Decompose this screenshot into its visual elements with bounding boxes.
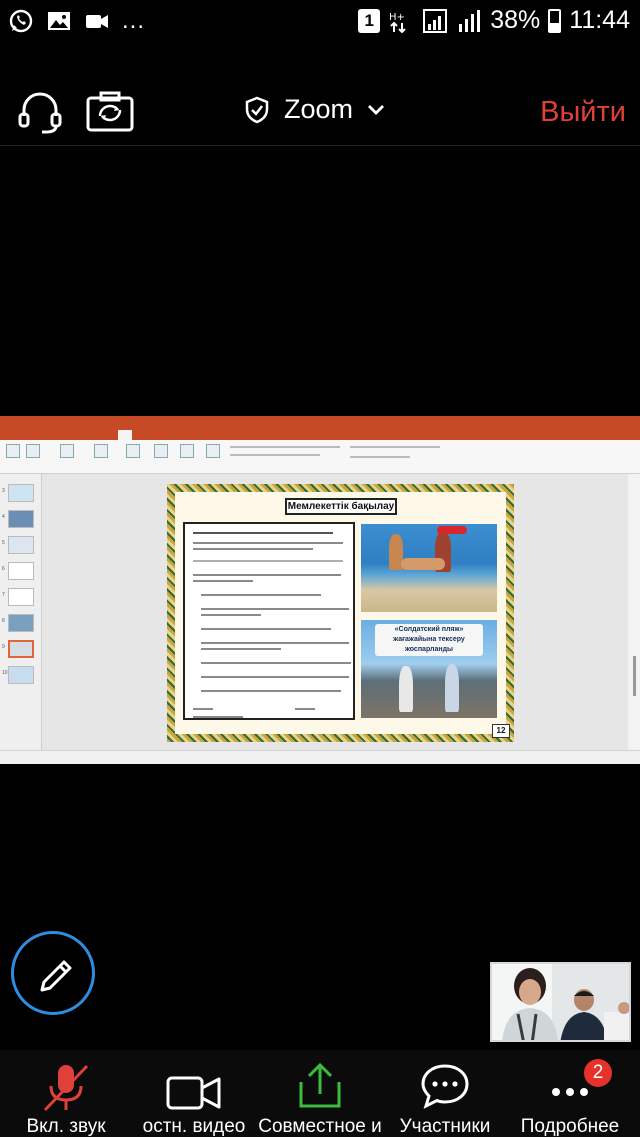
slide: Мемлекеттік бақылау «Солдатский пляж» жа… [167, 484, 514, 742]
participants-count-badge: 2 [584, 1059, 612, 1087]
chat-bubble-icon [421, 1064, 469, 1109]
chevron-down-icon [368, 104, 385, 115]
pencil-icon [40, 960, 72, 992]
ppt-scrollbar [633, 656, 636, 696]
annotate-button[interactable] [11, 931, 95, 1015]
svg-text:H+: H+ [389, 12, 405, 23]
slide-thumbnails: 3 4 5 6 7 8 9 10 [0, 474, 42, 750]
slide-title: Мемлекеттік бақылау [285, 498, 397, 515]
meeting-title[interactable]: Zoom [244, 94, 385, 125]
signal-icon [423, 8, 448, 33]
participants-button[interactable]: Участники [381, 1058, 509, 1137]
more-notifications: ... [122, 7, 146, 34]
slide-photo-inspection: «Солдатский пляж» жағажайына тексеру жос… [361, 620, 497, 718]
ppt-title-bar [0, 416, 640, 430]
unmute-label: Вкл. звук [26, 1116, 106, 1137]
slide-canvas: Мемлекеттік бақылау «Солдатский пляж» жа… [42, 474, 628, 750]
slide-number: 12 [492, 724, 510, 738]
ppt-ribbon-tabs [0, 430, 640, 440]
meeting-top-bar: Zoom Выйти [0, 76, 640, 146]
signal-icon-2 [459, 9, 481, 32]
unmute-button[interactable]: Вкл. звук [2, 1058, 130, 1137]
video-call-icon [86, 15, 108, 28]
share-button[interactable]: Совместное и [256, 1058, 384, 1137]
data-arrows-icon: H+ [389, 12, 406, 33]
meeting-title-text: Zoom [284, 94, 354, 124]
more-label: Подробнее [520, 1116, 620, 1137]
participant-video-frame [492, 964, 629, 1040]
slide-photo-rescue [361, 524, 497, 612]
slide-photo-caption: «Солдатский пляж» жағажайына тексеру жос… [375, 624, 483, 656]
shield-check-icon [245, 96, 269, 123]
clock: 11:44 [569, 6, 630, 34]
battery-icon [548, 8, 562, 33]
switch-camera-icon[interactable] [86, 90, 134, 134]
ppt-status-bar [0, 750, 640, 764]
battery-percent: 38% [490, 6, 541, 34]
leave-button[interactable]: Выйти [540, 96, 626, 129]
sim-badge: 1 [358, 8, 381, 33]
slide-document [183, 522, 355, 720]
gallery-icon [48, 12, 70, 30]
share-upload-icon [299, 1062, 341, 1108]
whatsapp-icon [9, 9, 33, 33]
video-camera-icon [166, 1076, 221, 1110]
shared-screen[interactable]: 3 4 5 6 7 8 9 10 Мемлекеттік бақылау «Со… [0, 416, 640, 764]
meeting-toolbar: Вкл. звук остн. видео Совместное и Участ… [0, 1050, 640, 1137]
start-video-button[interactable]: остн. видео [130, 1058, 258, 1137]
mic-muted-icon [43, 1064, 89, 1112]
ppt-ribbon [0, 440, 640, 474]
headphones-icon[interactable] [16, 90, 64, 134]
more-button[interactable]: Подробнее [506, 1058, 634, 1137]
status-bar: ... 1 H+ 38% 11:44 [0, 0, 640, 44]
self-video-thumbnail[interactable] [490, 962, 631, 1042]
